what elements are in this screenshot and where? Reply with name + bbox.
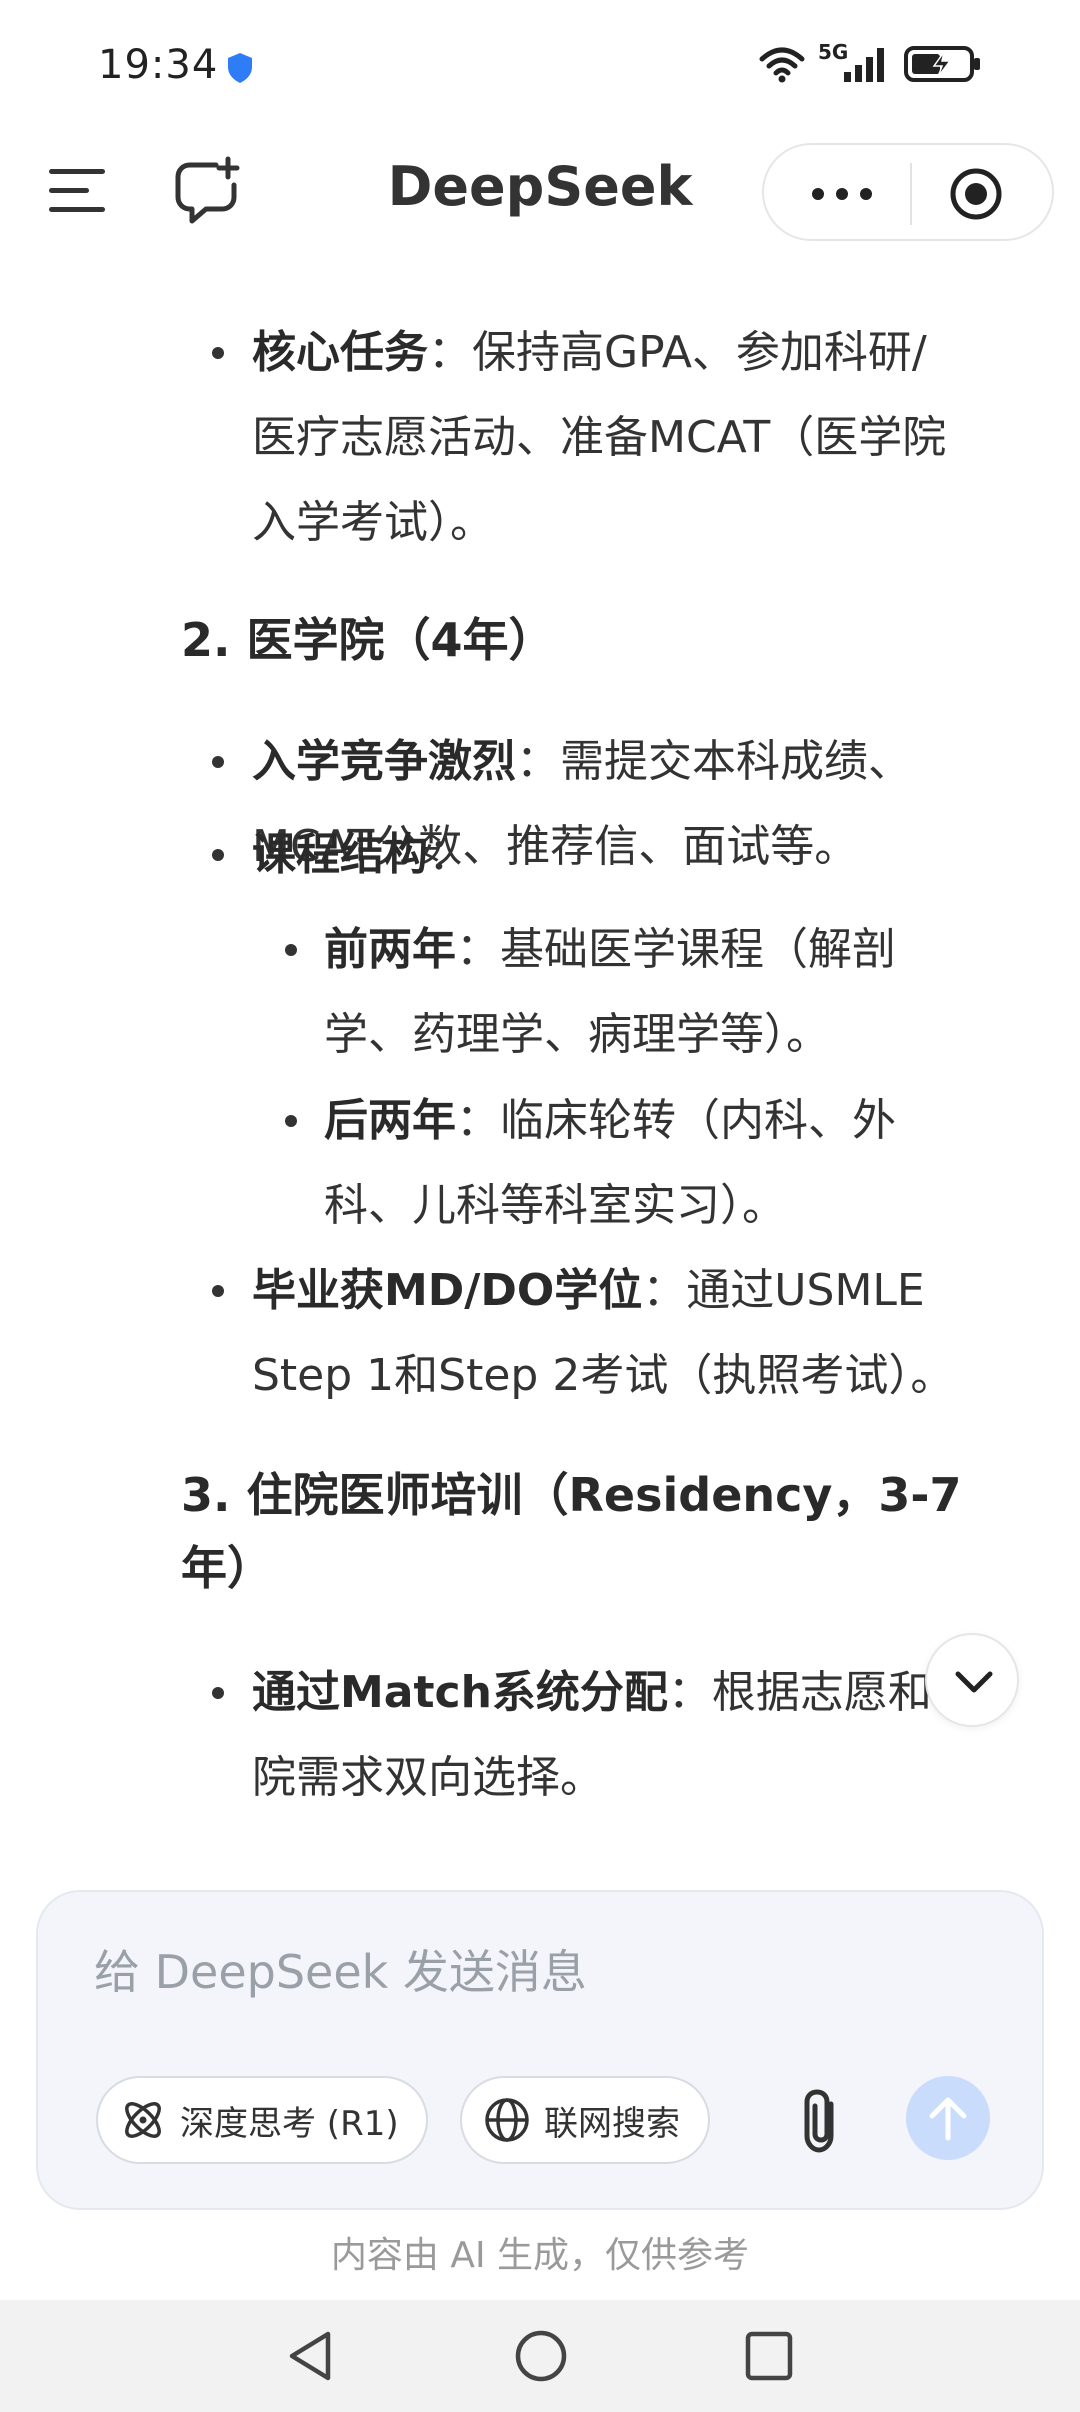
list-item: 核心任务：保持高GPA、参加科研/ — [252, 327, 927, 378]
message-input[interactable] — [94, 1932, 974, 2012]
send-button[interactable] — [906, 2076, 990, 2160]
list-item-continuation: 入学考试）。 — [252, 497, 494, 548]
more-icon[interactable] — [800, 169, 884, 219]
ai-disclaimer: 内容由 AI 生成，仅供参考 — [330, 2235, 750, 2276]
list-item: 通过Match系统分配：根据志愿和医 — [252, 1667, 976, 1718]
status-time: 19:34 — [98, 42, 219, 88]
signal-icon — [844, 48, 884, 82]
deep-think-label: 深度思考 (R1) — [180, 2103, 399, 2144]
list-item-continuation: 医疗志愿活动、准备MCAT（医学院 — [252, 412, 947, 463]
chat-content: 核心任务：保持高GPA、参加科研/ 医疗志愿活动、准备MCAT（医学院 入学考试… — [0, 245, 1080, 1890]
arrow-up-icon — [929, 2097, 967, 2141]
bullet-dot — [212, 1285, 224, 1297]
section-heading-continuation: 年） — [181, 1541, 273, 1595]
section-heading: 2. 医学院（4年） — [181, 613, 555, 667]
section-heading: 3. 住院医师培训（Residency，3-7 — [181, 1468, 962, 1522]
list-item-continuation: Step 1和Step 2考试（执照考试）。 — [252, 1350, 955, 1401]
home-icon[interactable] — [513, 2326, 569, 2386]
atom-icon — [125, 2102, 161, 2138]
web-search-label: 联网搜索 — [544, 2103, 680, 2144]
pill-divider — [910, 163, 912, 225]
back-icon[interactable] — [282, 2326, 338, 2386]
list-item: 课程结构： — [252, 829, 472, 880]
sub-list-item-continuation: 学、药理学、病理学等）。 — [324, 1009, 830, 1060]
shield-icon — [228, 53, 252, 83]
list-item: 入学竞争激烈：需提交本科成绩、 — [252, 736, 912, 787]
message-composer: 深度思考 (R1) 联网搜索 — [36, 1890, 1044, 2210]
recent-apps-icon[interactable] — [743, 2328, 795, 2384]
system-nav-bar — [0, 2300, 1080, 2412]
header-actions — [762, 143, 1054, 241]
status-bar: 19:34 5G — [0, 0, 1080, 135]
globe-icon — [485, 2098, 529, 2142]
sub-bullet-dot — [285, 944, 297, 956]
top-app-bar: DeepSeek — [0, 135, 1080, 245]
record-icon[interactable] — [948, 166, 1004, 222]
chevron-down-icon — [955, 1671, 993, 1693]
bullet-dot — [212, 1687, 224, 1699]
list-item-continuation: 院需求双向选择。 — [252, 1752, 604, 1803]
status-icons: 5G — [758, 40, 982, 84]
bullet-dot — [212, 849, 224, 861]
sub-list-item: 前两年：基础医学课程（解剖 — [324, 924, 896, 975]
deep-think-button[interactable]: 深度思考 (R1) — [96, 2076, 428, 2164]
paperclip-icon[interactable] — [793, 2086, 853, 2158]
sub-list-item-continuation: 科、儿科等科室实习）。 — [324, 1180, 786, 1231]
wifi-icon — [759, 47, 805, 83]
list-item: 毕业获MD/DO学位：通过USMLE — [252, 1265, 925, 1316]
web-search-button[interactable]: 联网搜索 — [460, 2076, 710, 2164]
scroll-to-bottom-button[interactable] — [925, 1633, 1019, 1727]
bullet-dot — [212, 756, 224, 768]
battery-charging-icon — [904, 46, 980, 82]
sub-bullet-dot — [285, 1115, 297, 1127]
sub-list-item: 后两年：临床轮转（内科、外 — [324, 1095, 896, 1146]
bullet-dot — [212, 347, 224, 359]
